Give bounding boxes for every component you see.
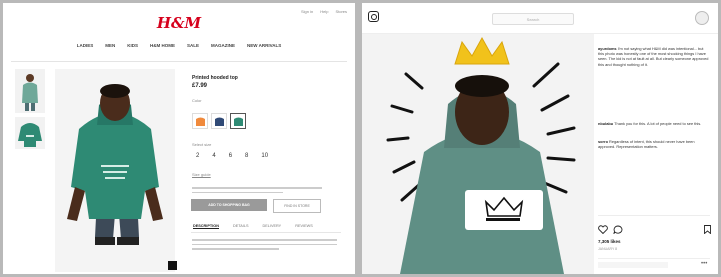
comment-text: Regardless of intent, this should never … bbox=[598, 139, 695, 150]
stock-info bbox=[192, 187, 322, 196]
sizes-label: Select size bbox=[192, 142, 212, 147]
nav-item-sale[interactable]: SALE bbox=[187, 43, 199, 48]
divider bbox=[11, 61, 347, 62]
add-to-bag-button[interactable]: ADD TO SHOPPING BAG bbox=[191, 199, 267, 211]
tab-details[interactable]: DETAILS bbox=[233, 224, 249, 229]
divider bbox=[191, 232, 341, 233]
product-description bbox=[192, 239, 337, 253]
post-image[interactable] bbox=[362, 34, 594, 274]
hm-product-page: Sign in Help Stores H&M LADIES MEN KIDS … bbox=[3, 3, 355, 274]
tab-delivery[interactable]: DELIVERY bbox=[263, 224, 282, 229]
instagram-logo-icon[interactable] bbox=[368, 11, 379, 22]
size-guide-link[interactable]: Size guide bbox=[192, 172, 211, 177]
nav-item-home[interactable]: H&M HOME bbox=[150, 43, 175, 48]
nav-item-magazine[interactable]: MAGAZINE bbox=[211, 43, 235, 48]
size-option[interactable]: 10 bbox=[261, 153, 268, 159]
size-selector: 2 4 6 8 10 bbox=[196, 153, 268, 159]
thumbnail-flat[interactable] bbox=[15, 117, 45, 149]
search-input[interactable]: Search bbox=[492, 13, 574, 25]
profile-icon[interactable] bbox=[695, 11, 709, 25]
bookmark-icon[interactable] bbox=[704, 221, 711, 239]
product-tabs: DESCRIPTION DETAILS DELIVERY REVIEWS bbox=[193, 224, 313, 229]
comment-text: Thank you for this. A lot of people need… bbox=[614, 121, 702, 126]
nav-item-kids[interactable]: KIDS bbox=[127, 43, 138, 48]
comment: nbulabu Thank you for this. A lot of peo… bbox=[598, 121, 710, 126]
swatch-orange[interactable] bbox=[192, 113, 208, 129]
product-title: Printed hooded top bbox=[192, 75, 238, 81]
comment: sorro Regardless of intent, this should … bbox=[598, 139, 710, 149]
product-image[interactable] bbox=[55, 69, 175, 272]
post-header bbox=[598, 37, 710, 38]
more-options-icon[interactable]: ••• bbox=[701, 261, 707, 267]
add-comment-input[interactable] bbox=[598, 262, 668, 268]
zoom-button[interactable] bbox=[168, 261, 177, 270]
likes-count[interactable]: 7,305 likes bbox=[598, 239, 621, 244]
nav-item-new-arrivals[interactable]: NEW ARRIVALS bbox=[247, 43, 281, 48]
divider bbox=[598, 215, 710, 216]
size-option[interactable]: 8 bbox=[245, 153, 248, 159]
heart-icon[interactable] bbox=[598, 221, 608, 239]
post-date: JANUARY 8 bbox=[598, 247, 618, 251]
tab-description[interactable]: DESCRIPTION bbox=[193, 224, 219, 229]
comment-icon[interactable] bbox=[613, 221, 623, 239]
instagram-post-page: Search ayurdoms I'm not saying what H&M … bbox=[362, 3, 718, 274]
hm-main-nav: LADIES MEN KIDS H&M HOME SALE MAGAZINE N… bbox=[3, 43, 355, 48]
nav-item-ladies[interactable]: LADIES bbox=[77, 43, 94, 48]
product-price: £7.99 bbox=[192, 83, 208, 89]
swatch-green-selected[interactable] bbox=[230, 113, 246, 129]
size-option[interactable]: 6 bbox=[229, 153, 232, 159]
comment-username[interactable]: nbulabu bbox=[598, 121, 613, 126]
color-label: Color bbox=[192, 98, 202, 103]
size-option[interactable]: 2 bbox=[196, 153, 199, 159]
tab-reviews[interactable]: REVIEWS bbox=[295, 224, 313, 229]
find-in-store-button[interactable]: FIND IN STORE bbox=[273, 199, 321, 213]
post-caption: ayurdoms I'm not saying what H&M did was… bbox=[598, 46, 710, 67]
thumbnail-front[interactable] bbox=[15, 69, 45, 113]
swatch-navy[interactable] bbox=[211, 113, 227, 129]
hm-logo[interactable]: H&M bbox=[3, 14, 355, 32]
divider bbox=[598, 258, 710, 259]
size-option[interactable]: 4 bbox=[212, 153, 215, 159]
nav-item-men[interactable]: MEN bbox=[105, 43, 115, 48]
